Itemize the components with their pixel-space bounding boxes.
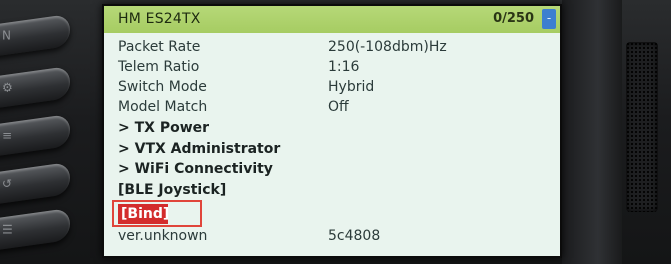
menu-item-value: Hybrid [328,79,375,95]
menu-item-value: 250(-108dbm)Hz [328,39,447,55]
side-button-3[interactable]: ≡ [0,113,70,159]
side-button-5[interactable]: ☰ [0,207,70,253]
side-button-4-glyph: ↺ [2,176,13,191]
menu-item-label: Switch Mode [118,79,207,95]
speaker-grill [626,42,658,212]
menu-item-label: > TX Power [118,120,210,136]
menu-item-label: Telem Ratio [118,59,200,75]
screen-title: HM ES24TX [118,11,201,27]
side-button-2[interactable]: ⚙ [0,65,70,111]
scroll-marker: - [542,9,556,29]
menu-item-label: Packet Rate [118,39,201,55]
menu-item-bind[interactable]: [Bind] [118,204,169,224]
item-counter: 0/250 [493,11,534,26]
side-button-1[interactable]: N [0,13,70,59]
side-button-5-glyph: ☰ [2,222,13,237]
menu-item-label: Model Match [118,99,208,115]
menu-item-value: 1:16 [328,59,360,75]
side-button-4[interactable]: ↺ [0,161,70,207]
side-button-3-glyph: ≡ [2,128,13,143]
menu-item-label: [BLE Joystick] [118,182,227,198]
right-bezel [562,0,622,264]
menu-item-label: > VTX Administrator [118,141,281,157]
radio-device-frame: N ⚙ ≡ ↺ ☰ HM ES24TX 0/250 - Packet Rate … [0,0,671,264]
menu-item-label: > WiFi Connectivity [118,161,273,177]
side-button-2-glyph: ⚙ [2,80,13,95]
lcd-screen: HM ES24TX 0/250 - Packet Rate 250(-108db… [102,4,562,258]
menu-item-value: Off [328,99,349,115]
menu-item-value: 5c4808 [328,228,381,244]
side-button-1-glyph: N [2,28,11,43]
title-bar: HM ES24TX 0/250 - [104,6,560,33]
menu-item-label: ver.unknown [118,228,208,244]
